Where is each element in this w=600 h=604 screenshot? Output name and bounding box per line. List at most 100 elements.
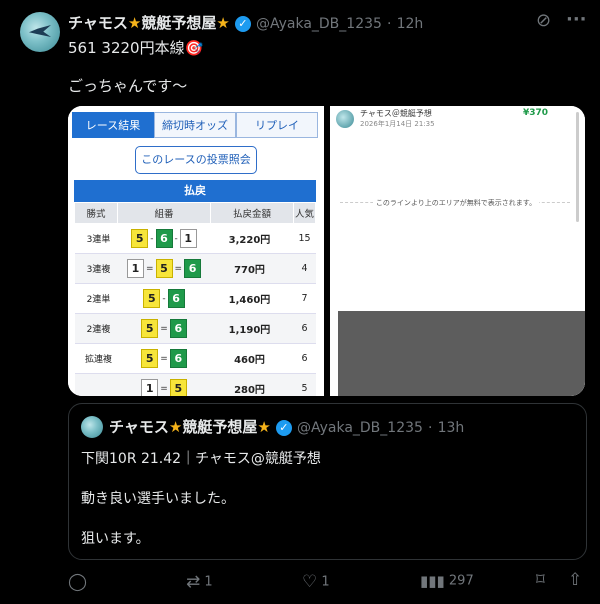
popularity: 6	[293, 313, 316, 344]
reply-icon: ◯	[68, 572, 88, 592]
quoted-post[interactable]: チャモス★競艇予想屋★ ✓ @Ayaka_DB_1235 · 13h 下関10R…	[68, 403, 587, 560]
bookmark-icon[interactable]: ⌑	[536, 570, 545, 590]
grok-icon[interactable]: ⊘	[536, 10, 551, 31]
author-handle[interactable]: @Ayaka_DB_1235	[256, 16, 382, 32]
quoted-author-avatar	[81, 416, 103, 438]
boat-number-badge: 5	[131, 229, 149, 248]
payout-amount: 1,460円	[210, 283, 294, 314]
repost-button[interactable]: ⇄ 1	[186, 572, 213, 592]
verified-badge-icon: ✓	[275, 419, 292, 436]
reply-button[interactable]: ◯	[68, 572, 87, 592]
tab-race-result: レース結果	[72, 112, 154, 138]
post-time[interactable]: 12h	[397, 16, 424, 32]
author-avatar[interactable]	[20, 12, 60, 52]
star-icon: ★	[168, 418, 183, 436]
payout-row: 2連単 5-6 1,460円 7	[74, 283, 316, 314]
combination: 5 = 6	[117, 313, 211, 344]
repost-count: 1	[204, 574, 213, 590]
boat-number-badge: 5	[143, 289, 161, 308]
payout-row: 2連複 5 = 6 1,190円 6	[74, 313, 316, 344]
boat-number-badge: 5	[141, 319, 159, 338]
boat-number-badge: 1	[141, 379, 159, 396]
verified-badge-icon: ✓	[234, 15, 251, 32]
post-media[interactable]: レース結果 締切時オッズ リプレイ このレースの投票照会 払戻 勝式 組番 払戻…	[68, 106, 585, 396]
star-icon: ★	[216, 14, 230, 32]
quoted-text-line3: 狙います。	[81, 531, 150, 547]
post-header: チャモス★競艇予想屋★ ✓ @Ayaka_DB_1235 · 12h	[68, 14, 424, 32]
note-price: ¥370	[523, 108, 549, 118]
popularity: 15	[293, 223, 316, 254]
note-scrollbar	[576, 112, 579, 222]
result-tabs: レース結果 締切時オッズ リプレイ	[72, 112, 318, 138]
quoted-post-time: 13h	[437, 420, 465, 436]
payout-amount: 280円	[210, 373, 294, 396]
star-icon: ★	[127, 14, 142, 32]
payout-table-header: 勝式 組番 払戻金額 人気	[74, 202, 316, 224]
combination: 5-6-1	[117, 223, 211, 254]
payout-amount: 770円	[210, 253, 294, 284]
combination: 1 = 5	[117, 373, 211, 396]
payout-amount: 3,220円	[210, 223, 294, 254]
payout-section-title: 払戻	[74, 180, 316, 202]
tab-closing-odds: 締切時オッズ	[154, 112, 236, 138]
bet-type: 3連複	[74, 253, 118, 284]
author-name[interactable]: チャモス★競艇予想屋★	[68, 14, 230, 32]
post-text-line1: 561 3220円本線🎯	[68, 39, 204, 57]
popularity: 4	[293, 253, 316, 284]
more-options-icon[interactable]: ···	[566, 9, 587, 30]
views-count: 297	[448, 573, 474, 589]
quoted-author-handle: @Ayaka_DB_1235	[296, 420, 423, 436]
vote-inquiry-button: このレースの投票照会	[135, 146, 257, 174]
boat-number-badge: 1	[126, 259, 144, 278]
like-count: 1	[321, 574, 330, 590]
payout-amount: 1,190円	[210, 313, 294, 344]
combination: 1 = 5 = 6	[117, 253, 211, 284]
star-icon: ★	[257, 418, 271, 436]
quoted-text-line1: 下関10R 21.42｜チャモス@競艇予想	[81, 451, 321, 467]
boat-number-badge: 5	[169, 379, 187, 396]
header-payout: 払戻金額	[210, 202, 294, 224]
quoted-author-name: チャモス★競艇予想屋★	[109, 418, 271, 436]
header-popularity: 人気	[293, 202, 316, 224]
combo-separator: =	[174, 264, 183, 274]
boat-number-badge: 6	[184, 259, 202, 278]
popularity: 5	[293, 373, 316, 396]
share-icon[interactable]: ⇧	[568, 570, 582, 590]
popularity: 7	[293, 283, 316, 314]
quoted-header: チャモス★競艇予想屋★ ✓ @Ayaka_DB_1235 · 13h	[109, 418, 465, 436]
boat-number-badge: 1	[179, 229, 197, 248]
payout-amount: 460円	[210, 343, 294, 374]
like-button[interactable]: ♡ 1	[302, 572, 330, 592]
views-button[interactable]: ▮▮▮ 297	[420, 572, 474, 590]
header-combination: 組番	[117, 202, 211, 224]
bet-type: 拡連複	[74, 343, 118, 374]
combo-separator: -	[174, 234, 178, 244]
repost-icon: ⇄	[186, 572, 201, 592]
combination: 5 = 6	[117, 343, 211, 374]
payout-row: 拡連複 5 = 6 460円 6	[74, 343, 316, 374]
note-article-image[interactable]: チャモス＠競艇予想 2026年1月14日 21:35 ¥370 このラインより上…	[330, 106, 585, 396]
combo-separator: -	[150, 234, 154, 244]
note-author-avatar	[336, 110, 354, 128]
race-result-image[interactable]: レース結果 締切時オッズ リプレイ このレースの投票照会 払戻 勝式 組番 払戻…	[68, 106, 324, 396]
views-chart-icon: ▮▮▮	[420, 572, 445, 590]
heart-icon: ♡	[302, 572, 318, 592]
header-bet-type: 勝式	[74, 202, 118, 224]
combo-separator: =	[160, 354, 168, 364]
bet-type: 2連単	[74, 283, 118, 314]
bet-type	[74, 373, 118, 396]
boat-number-badge: 6	[169, 349, 187, 368]
note-date: 2026年1月14日 21:35	[360, 120, 435, 128]
boat-number-badge: 5	[155, 259, 173, 278]
payout-row: 3連複 1 = 5 = 6 770円 4	[74, 253, 316, 284]
payout-table: 勝式 組番 払戻金額 人気 3連単 5-6-1 3,220円 15 3連複 1 = 5 = 6 77…	[74, 202, 316, 396]
boat-number-badge: 6	[167, 289, 185, 308]
combo-separator: =	[160, 324, 168, 334]
note-preview-image	[338, 311, 585, 396]
post-text-line2: ごっちゃんです〜	[68, 77, 188, 95]
payout-row: 3連単 5-6-1 3,220円 15	[74, 223, 316, 254]
combo-separator: =	[160, 384, 168, 394]
boat-number-badge: 6	[169, 319, 187, 338]
bet-type: 2連複	[74, 313, 118, 344]
payout-row: 1 = 5 280円 5	[74, 373, 316, 396]
